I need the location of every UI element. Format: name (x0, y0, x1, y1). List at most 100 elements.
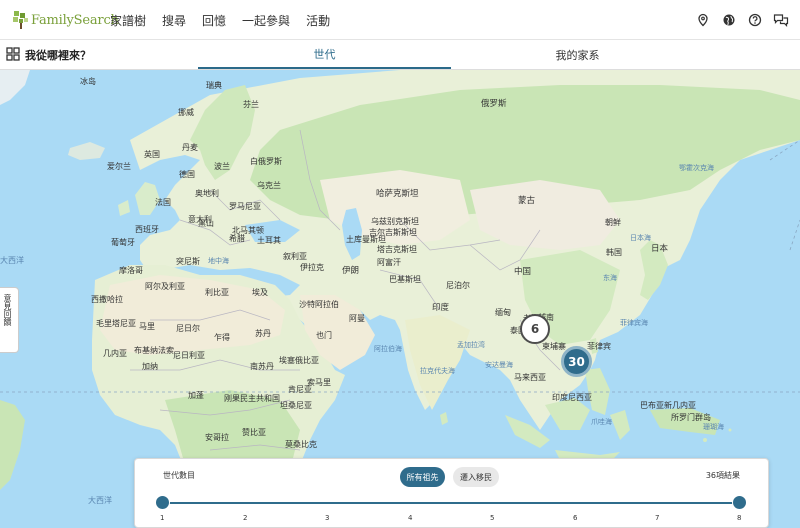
slider-tick-label: 8 (737, 514, 742, 522)
slider-tick-label: 3 (325, 514, 330, 522)
top-navigation-bar: FamilySearch 家譜樹 搜尋 回憶 一起參與 活動 (0, 0, 800, 40)
map-label: 也门 (316, 331, 332, 340)
all-ancestors-chip[interactable]: 所有祖先 (400, 467, 445, 487)
map-label: 法国 (155, 198, 171, 207)
map-label: 赞比亚 (242, 428, 266, 437)
sea-label: 菲律宾海 (620, 319, 648, 327)
map-label: 挪威 (178, 108, 194, 117)
map-label: 菲律宾 (587, 342, 611, 351)
sea-label: 鄂霍次克海 (679, 164, 714, 172)
globe-icon[interactable] (716, 7, 742, 33)
map-label: 马里 (139, 322, 155, 331)
map-label: 马来西亚 (514, 373, 546, 382)
map-label: 西撒哈拉 (91, 295, 123, 304)
map-label: 德国 (179, 170, 195, 179)
sea-label: 东海 (603, 274, 617, 282)
slider-tick-label: 7 (655, 514, 660, 522)
map-label: 伊拉克 (300, 263, 324, 272)
map-label: 尼泊尔 (446, 281, 470, 290)
generation-filter-panel: 世代數目 所有祖先 遷入移民 36項結果 1 2 3 4 5 6 7 8 (134, 458, 769, 528)
map-label: 蒙古 (518, 196, 536, 206)
map-label: 北马其顿 (232, 226, 264, 235)
map-label: 巴布亚新几内亚 (640, 401, 696, 410)
map-label: 几内亚 (103, 349, 127, 358)
map-label: 俄罗斯 (481, 99, 507, 109)
map-label: 南苏丹 (250, 362, 274, 371)
map-label: 印度 (432, 303, 450, 313)
map-label: 埃塞俄比亚 (279, 356, 319, 365)
chat-icon[interactable] (768, 7, 794, 33)
ancestor-cluster-marker[interactable]: 30 (561, 346, 592, 377)
main-nav-links: 家譜樹 搜尋 回憶 一起參與 活動 (110, 0, 346, 40)
slider-max-handle[interactable] (732, 495, 747, 510)
map-label: 利比亚 (205, 288, 229, 297)
slider-tick-label: 6 (573, 514, 578, 522)
map-label: 加蓬 (188, 391, 204, 400)
tab-generations[interactable]: 世代 (198, 40, 451, 69)
page-subheader: 我從哪裡來？ 世代 我的家系 (0, 40, 800, 70)
map-label: 伊朗 (342, 266, 360, 276)
sea-label: 地中海 (208, 257, 229, 265)
map-label: 巴基斯坦 (389, 275, 421, 284)
map-label: 土耳其 (257, 236, 281, 245)
immigrants-chip[interactable]: 遷入移民 (453, 467, 499, 487)
ocean-label: 大西洋 (88, 496, 112, 505)
map-label: 阿富汗 (377, 258, 401, 267)
sea-label: 孟加拉湾 (457, 341, 485, 349)
map-label: 肯尼亚 (288, 385, 312, 394)
feedback-label: 意見回饋 (3, 294, 12, 326)
feedback-side-tab[interactable]: 意見回饋 (0, 287, 19, 353)
nav-get-involved[interactable]: 一起參與 (242, 12, 290, 29)
map-label: 尼日尔 (176, 324, 200, 333)
ancestor-cluster-marker[interactable]: 6 (520, 314, 550, 344)
map-label: 罗马尼亚 (229, 202, 261, 211)
map-label: 突尼斯 (176, 257, 200, 266)
map-label: 哈萨克斯坦 (376, 189, 419, 199)
slider-min-handle[interactable] (155, 495, 170, 510)
nav-memories[interactable]: 回憶 (202, 12, 226, 29)
map-label: 瑞典 (206, 81, 222, 90)
generation-slider-track[interactable] (162, 502, 740, 504)
map-label: 莫桑比克 (285, 440, 317, 449)
map-label: 西班牙 (135, 225, 159, 234)
page-title: 我從哪裡來？ (25, 49, 91, 62)
family-tree-logo-icon (13, 11, 28, 29)
map-label: 乍得 (214, 333, 230, 342)
sea-label: 拉克代夫海 (420, 367, 455, 375)
map-label: 阿曼 (349, 314, 365, 323)
map-label: 冰岛 (80, 77, 96, 86)
sea-label: 阿拉伯海 (374, 345, 402, 353)
map-label: 埃及 (252, 288, 268, 297)
map-label: 英国 (144, 150, 160, 159)
nav-search[interactable]: 搜尋 (162, 12, 186, 29)
generation-count-label: 世代數目 (163, 471, 195, 480)
sea-label: 安达曼海 (485, 361, 513, 369)
familysearch-logo[interactable]: FamilySearch (12, 6, 119, 34)
brand-name: FamilySearch (31, 12, 119, 28)
map-label: 刚果民主共和国 (224, 394, 280, 403)
tab-my-lineage[interactable]: 我的家系 (451, 40, 704, 69)
map-label: 毛里塔尼亚 (96, 319, 136, 328)
map-label: 乌克兰 (257, 181, 281, 190)
help-icon[interactable] (742, 7, 768, 33)
map-label: 日本 (651, 244, 669, 254)
map-label: 芬兰 (243, 100, 259, 109)
nav-icon-group (690, 0, 794, 40)
map-label: 加纳 (142, 362, 158, 371)
map-label: 黑山 (198, 219, 214, 228)
ocean-label: 大西洋 (0, 256, 24, 265)
map-label: 乌兹别克斯坦 (371, 217, 419, 226)
apps-grid-icon[interactable] (6, 47, 20, 61)
map-label: 安哥拉 (205, 433, 229, 442)
results-count: 36項結果 (705, 471, 740, 480)
nav-activities[interactable]: 活動 (306, 12, 330, 29)
slider-tick-label: 2 (243, 514, 248, 522)
map-label: 吉尔吉斯斯坦 (369, 228, 417, 237)
map-label: 坦桑尼亚 (280, 401, 312, 410)
map-label: 中国 (514, 267, 532, 277)
location-pin-icon[interactable] (690, 7, 716, 33)
map-label: 爱尔兰 (107, 162, 131, 171)
slider-tick-label: 5 (490, 514, 495, 522)
map-label: 塔吉克斯坦 (377, 245, 417, 254)
nav-family-tree[interactable]: 家譜樹 (110, 12, 146, 29)
